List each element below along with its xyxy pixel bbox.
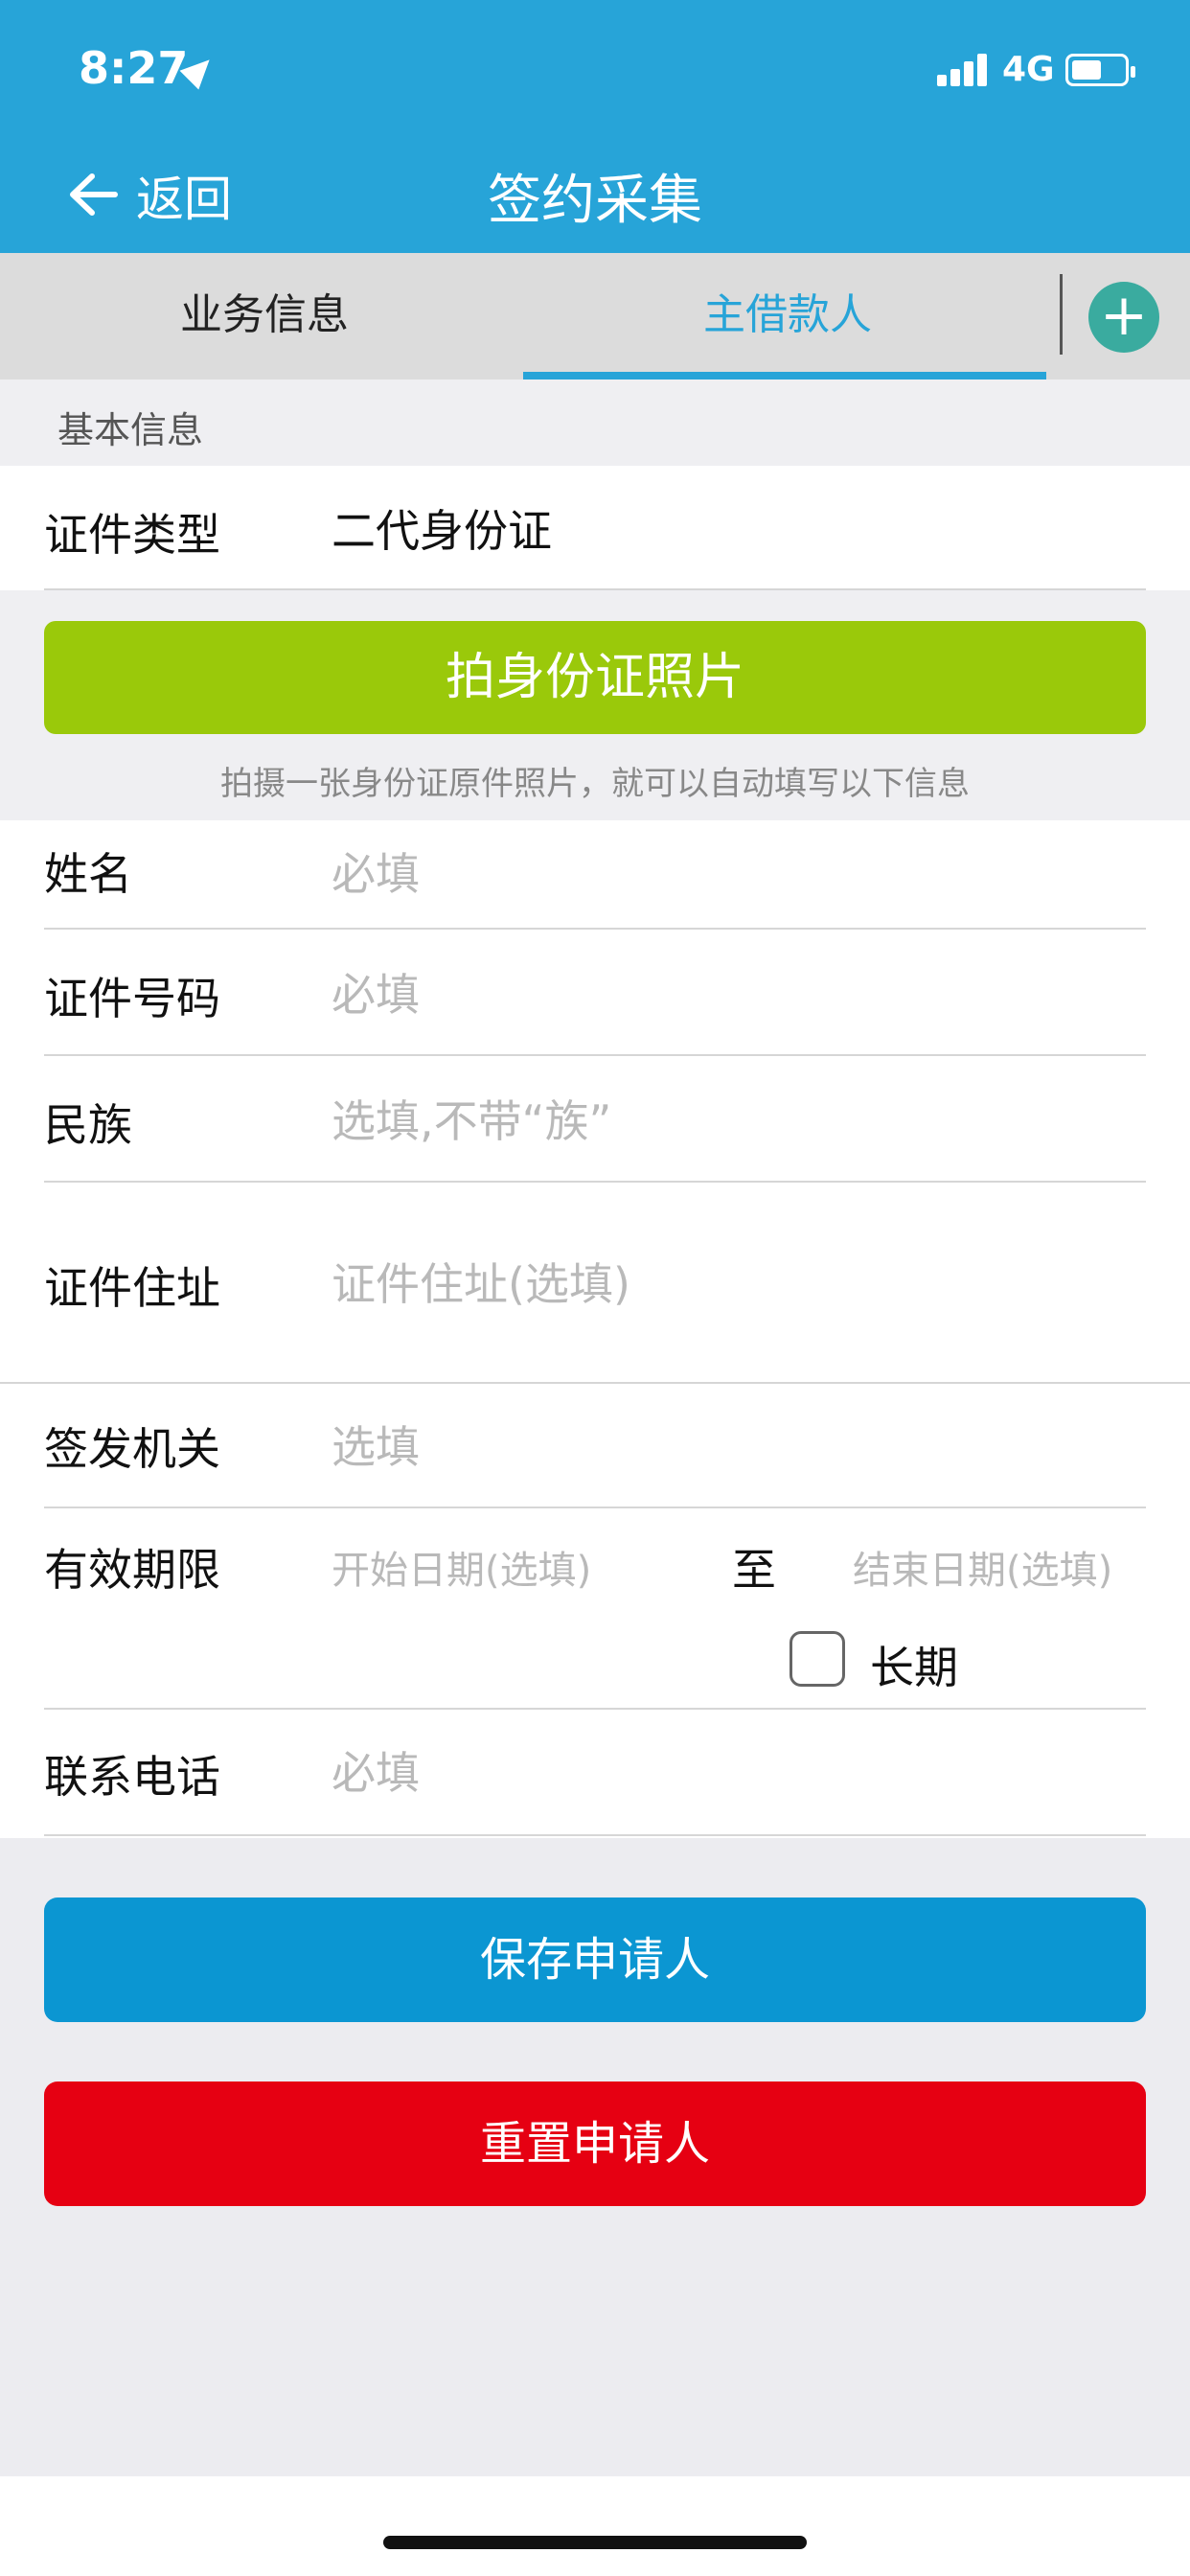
name-input[interactable]: 必填 bbox=[332, 840, 420, 903]
section-header-label: 基本信息 bbox=[57, 409, 204, 451]
tab-divider bbox=[1060, 274, 1063, 355]
id-type-value[interactable]: 二代身份证 bbox=[332, 496, 552, 560]
id-type-label: 证件类型 bbox=[44, 509, 220, 561]
divider bbox=[44, 1054, 1146, 1056]
divider bbox=[44, 1181, 1146, 1183]
page-title: 签约采集 bbox=[488, 170, 702, 232]
phone-label: 联系电话 bbox=[44, 1751, 220, 1803]
add-tab-button[interactable]: + bbox=[1088, 282, 1159, 353]
plus-icon: + bbox=[1099, 282, 1149, 349]
address-label: 证件住址 bbox=[44, 1262, 220, 1314]
home-indicator[interactable] bbox=[383, 2536, 807, 2549]
tab-active-indicator bbox=[523, 372, 1046, 380]
home-indicator-area bbox=[0, 2476, 1190, 2576]
id-number-label: 证件号码 bbox=[44, 973, 220, 1024]
validity-separator: 至 bbox=[732, 1544, 776, 1596]
divider bbox=[0, 1382, 1190, 1384]
form-fields: 姓名 必填 证件号码 必填 民族 选填,不带“族” 证件住址 证件住址(选填) … bbox=[0, 820, 1190, 1838]
network-type: 4G bbox=[1002, 50, 1055, 89]
validity-label: 有效期限 bbox=[44, 1544, 220, 1596]
ethnicity-label: 民族 bbox=[44, 1099, 132, 1151]
save-applicant-button[interactable]: 保存申请人 bbox=[44, 1898, 1146, 2022]
divider bbox=[44, 1708, 1146, 1710]
name-label: 姓名 bbox=[44, 848, 132, 900]
signal-bars-icon bbox=[937, 54, 995, 86]
status-time: 8:27 bbox=[79, 42, 189, 94]
divider bbox=[44, 928, 1146, 930]
divider bbox=[44, 1834, 1146, 1836]
validity-start-input[interactable]: 开始日期(选填) bbox=[332, 1539, 591, 1595]
long-term-label[interactable]: 长期 bbox=[870, 1633, 958, 1696]
ethnicity-input[interactable]: 选填,不带“族” bbox=[332, 1087, 611, 1150]
status-bar: 8:27 4G bbox=[0, 0, 1190, 134]
nav-bar: 返回 签约采集 bbox=[0, 134, 1190, 253]
tab-bar: 业务信息 主借款人 + bbox=[0, 253, 1190, 380]
photo-hint: 拍摄一张身份证原件照片，就可以自动填写以下信息 bbox=[220, 765, 970, 803]
validity-end-input[interactable]: 结束日期(选填) bbox=[853, 1539, 1112, 1595]
address-input[interactable]: 证件住址(选填) bbox=[332, 1250, 630, 1313]
phone-input[interactable]: 必填 bbox=[332, 1738, 420, 1802]
long-term-checkbox[interactable] bbox=[790, 1631, 845, 1687]
reset-applicant-button[interactable]: 重置申请人 bbox=[44, 2082, 1146, 2206]
divider bbox=[44, 1506, 1146, 1508]
battery-icon bbox=[1065, 54, 1135, 86]
id-number-input[interactable]: 必填 bbox=[332, 960, 420, 1024]
tab-business-info[interactable]: 业务信息 bbox=[180, 280, 349, 341]
id-type-row[interactable]: 证件类型 二代身份证 bbox=[0, 466, 1190, 590]
issuer-label: 签发机关 bbox=[44, 1423, 220, 1475]
take-id-photo-button[interactable]: 拍身份证照片 bbox=[44, 621, 1146, 734]
issuer-input[interactable]: 选填 bbox=[332, 1413, 420, 1476]
section-header: 基本信息 bbox=[0, 380, 1190, 466]
tab-main-borrower[interactable]: 主借款人 bbox=[703, 280, 872, 341]
